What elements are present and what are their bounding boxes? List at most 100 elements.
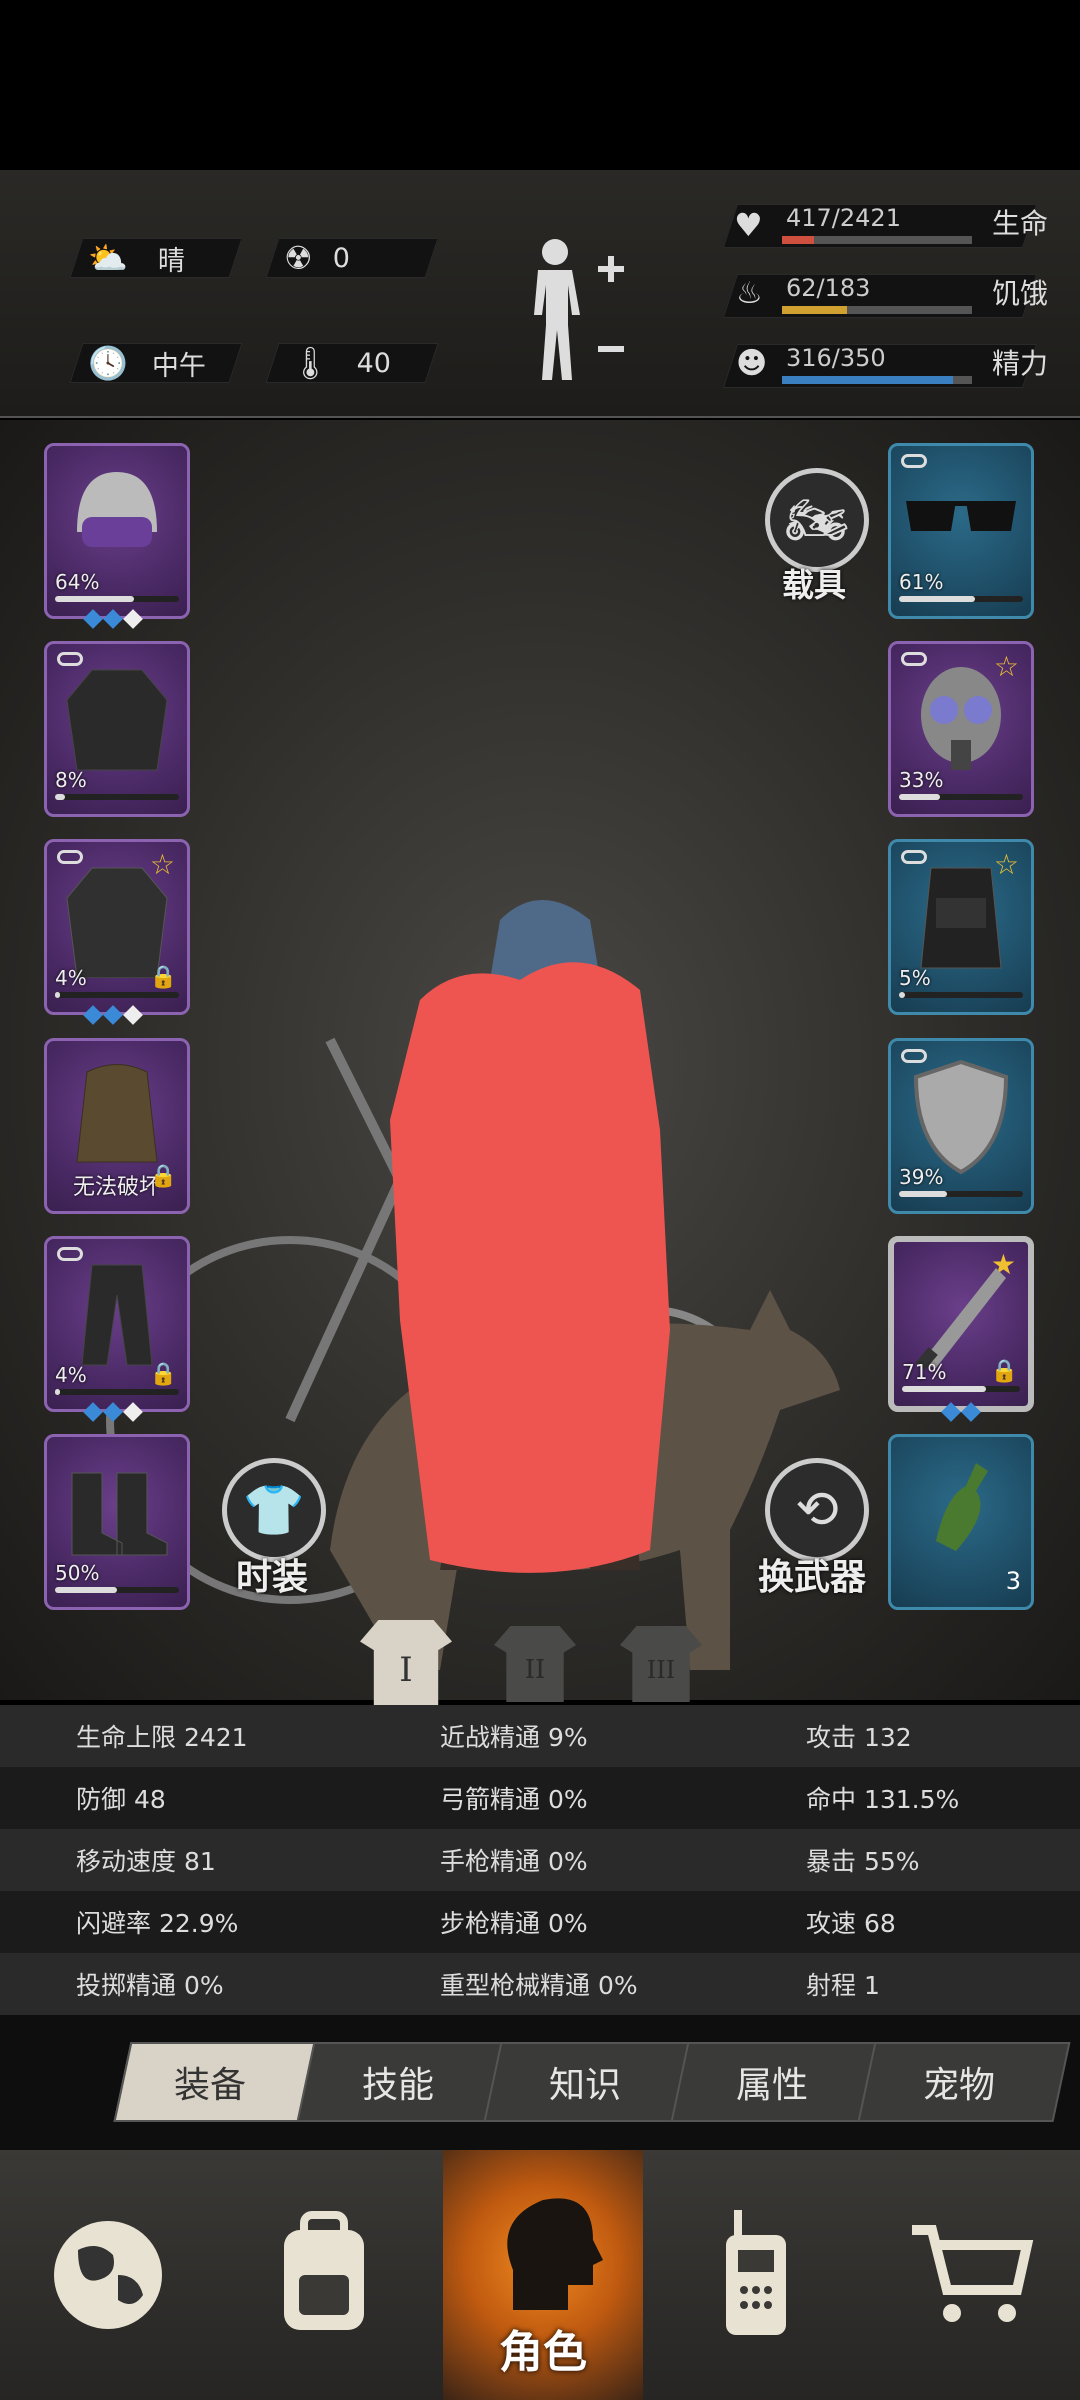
swap-weapon-button[interactable]: ⟲ <box>765 1458 869 1562</box>
vital-health: ♥ 417/2421 生命 <box>720 200 1060 250</box>
durability-percent: 64% <box>55 570 100 594</box>
stat-cell: 弓箭精通 0% <box>440 1785 588 1814</box>
sweater-icon <box>47 660 187 780</box>
durability-percent: 71% <box>902 1360 947 1384</box>
nav-map[interactable] <box>0 2150 216 2400</box>
gas-mask-icon <box>891 660 1031 780</box>
fashion-button[interactable]: 👕 <box>222 1458 326 1562</box>
backpack-nav-icon <box>284 2211 364 2330</box>
durability-bar <box>55 992 179 998</box>
tab-pets-label: 宠物 <box>922 2065 995 2106</box>
body-armor-slot[interactable]: 8% <box>44 641 190 817</box>
temperature-status: 🌡 40 <box>290 343 391 383</box>
radiation-icon: ☢ <box>284 239 313 277</box>
clock-icon: 🕓 <box>88 344 128 382</box>
health-bar <box>782 236 972 244</box>
tactical-vest-icon <box>891 858 1031 978</box>
human-figure-icon <box>534 239 624 380</box>
stat-cell: 攻速 68 <box>806 1909 896 1938</box>
stat-cell: 命中 131.5% <box>806 1785 960 1814</box>
boots-icon <box>47 1453 187 1563</box>
stats-row: 防御 48 弓箭精通 0% 命中 131.5% <box>0 1767 1080 1829</box>
tshirt-icon: 👕 <box>242 1480 306 1539</box>
durability-bar <box>899 794 1023 800</box>
swap-arrows-icon: ⟲ <box>795 1480 839 1540</box>
stat-cell: 生命上限 2421 <box>76 1723 248 1752</box>
swap-weapon-label: 换武器 <box>758 1557 867 1598</box>
fashion-label: 时装 <box>236 1557 309 1598</box>
stat-cell: 步枪精通 0% <box>440 1909 588 1938</box>
weather-status: ⛅ 晴 <box>88 238 185 278</box>
glasses-slot[interactable]: 61% <box>888 443 1034 619</box>
durability-bar <box>55 596 179 602</box>
lock-icon: 🔒 <box>149 965 177 990</box>
energy-label: 精力 <box>992 347 1049 380</box>
vehicle-label: 载具 <box>782 566 847 604</box>
hunger-value: 62/183 <box>786 274 871 302</box>
stats-row: 闪避率 22.9% 步枪精通 0% 攻速 68 <box>0 1891 1080 1953</box>
backpack-slot[interactable]: 无法破坏 🔒 <box>44 1038 190 1214</box>
stat-cell: 暴击 55% <box>806 1847 920 1876</box>
tab-skills-label: 技能 <box>361 2065 434 2106</box>
stomach-icon: ♨ <box>736 276 763 311</box>
stat-cell: 近战精通 9% <box>440 1723 588 1752</box>
stat-cell: 重型枪械精通 0% <box>440 1971 638 2000</box>
time-status: 🕓 中午 <box>88 343 206 383</box>
durability-percent: 8% <box>55 768 87 792</box>
vital-hunger: ♨ 62/183 饥饿 <box>720 270 1060 320</box>
weather-text: 晴 <box>157 245 185 277</box>
nav-shop[interactable] <box>864 2150 1080 2400</box>
helmet-gems <box>83 609 143 629</box>
tab-knowledge-label: 知识 <box>548 2065 621 2106</box>
radiation-status: ☢ 0 <box>284 238 350 278</box>
nav-radio[interactable] <box>648 2150 864 2400</box>
stat-cell: 手枪精通 0% <box>440 1847 588 1876</box>
motorcycle-icon: 🏍 <box>785 490 849 549</box>
indestructible-label: 无法破坏 <box>73 1175 162 1200</box>
vitals-panel: ♥ 417/2421 生命 ♨ 62/183 饥饿 ☻ 316/350 精力 <box>720 200 1060 400</box>
pants-gems <box>83 1402 143 1422</box>
weapon-slot[interactable]: ★ 71% 🔒 <box>888 1236 1034 1412</box>
throwable-slot[interactable]: 3 <box>888 1434 1034 1610</box>
stats-row: 移动速度 81 手枪精通 0% 暴击 55% <box>0 1829 1080 1891</box>
boots-slot[interactable]: 50% <box>44 1434 190 1610</box>
body-status-button[interactable] <box>520 230 630 390</box>
nav-character[interactable]: 角色 <box>443 2150 643 2400</box>
stat-cell: 投掷精通 0% <box>76 1971 224 2000</box>
stat-cell: 防御 48 <box>76 1785 166 1814</box>
sunglasses-icon <box>891 486 1031 546</box>
durability-percent: 4% <box>55 1363 87 1387</box>
pants-slot[interactable]: 4% 🔒 <box>44 1236 190 1412</box>
mask-slot[interactable]: ☆ 33% <box>888 641 1034 817</box>
tab-attributes-label: 属性 <box>735 2065 808 2106</box>
time-text: 中午 <box>151 350 206 382</box>
stats-row: 生命上限 2421 近战精通 9% 攻击 132 <box>0 1705 1080 1767</box>
tab-equipment-label: 装备 <box>173 2065 246 2106</box>
lock-icon: 🔒 <box>990 1359 1018 1384</box>
backpack-icon <box>47 1057 187 1177</box>
vehicle-button[interactable]: 🏍 <box>765 468 869 572</box>
lock-icon: 🔒 <box>149 1164 177 1189</box>
nav-character-label: 角色 <box>499 2327 587 2378</box>
molotov-icon <box>891 1453 1031 1573</box>
head-armor-slot[interactable]: 64% <box>44 443 190 619</box>
temperature-value: 40 <box>356 347 391 379</box>
health-value: 417/2421 <box>786 204 901 232</box>
weapon-gems <box>941 1402 981 1422</box>
walkie-talkie-icon <box>726 2210 786 2335</box>
vital-energy: ☻ 316/350 精力 <box>720 340 1060 390</box>
jacket-slot[interactable]: ☆ 4% 🔒 <box>44 839 190 1015</box>
jacket-icon <box>47 858 187 978</box>
head-brain-icon: ☻ <box>736 346 768 381</box>
nav-inventory[interactable] <box>216 2150 432 2400</box>
durability-percent: 39% <box>899 1165 944 1189</box>
police-helmet-icon <box>47 462 187 572</box>
shopping-cart-icon <box>912 2225 1034 2322</box>
energy-bar <box>782 376 972 384</box>
stat-cell: 移动速度 81 <box>76 1847 216 1876</box>
stats-row: 投掷精通 0% 重型枪械精通 0% 射程 1 <box>0 1953 1080 2015</box>
lock-icon: 🔒 <box>149 1362 177 1387</box>
shield-slot[interactable]: 39% <box>888 1038 1034 1214</box>
globe-icon <box>54 2221 162 2329</box>
vest-slot[interactable]: ☆ 5% <box>888 839 1034 1015</box>
